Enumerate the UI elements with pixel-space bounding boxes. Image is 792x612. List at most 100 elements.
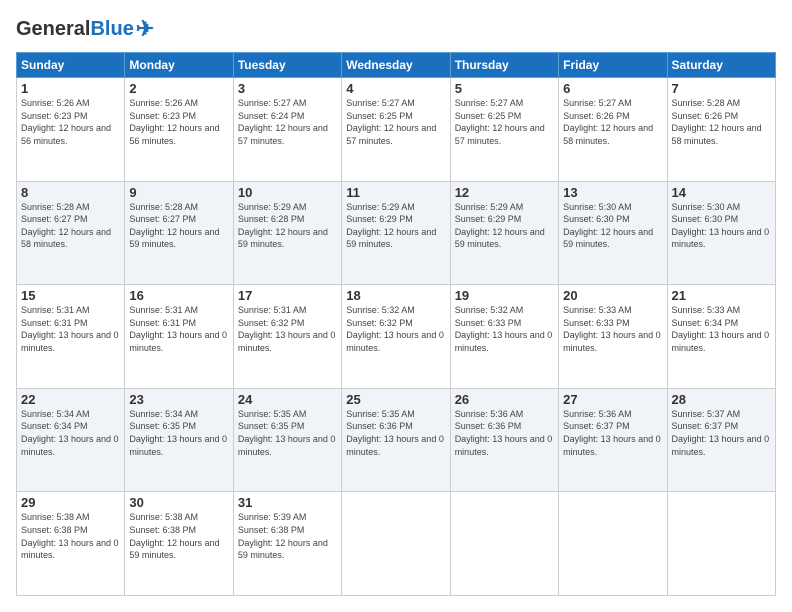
calendar-cell: 26 Sunrise: 5:36 AM Sunset: 6:36 PM Dayl…: [450, 388, 558, 492]
calendar-week-row: 8 Sunrise: 5:28 AM Sunset: 6:27 PM Dayli…: [17, 181, 776, 285]
day-number: 1: [21, 81, 120, 96]
day-info: Sunrise: 5:28 AM Sunset: 6:27 PM Dayligh…: [21, 201, 120, 251]
day-number: 21: [672, 288, 771, 303]
calendar-cell: 13 Sunrise: 5:30 AM Sunset: 6:30 PM Dayl…: [559, 181, 667, 285]
calendar-cell: 28 Sunrise: 5:37 AM Sunset: 6:37 PM Dayl…: [667, 388, 775, 492]
day-number: 6: [563, 81, 662, 96]
calendar-cell: 24 Sunrise: 5:35 AM Sunset: 6:35 PM Dayl…: [233, 388, 341, 492]
calendar-cell: 22 Sunrise: 5:34 AM Sunset: 6:34 PM Dayl…: [17, 388, 125, 492]
day-number: 14: [672, 185, 771, 200]
day-number: 7: [672, 81, 771, 96]
calendar-cell: 30 Sunrise: 5:38 AM Sunset: 6:38 PM Dayl…: [125, 492, 233, 596]
calendar-cell: 12 Sunrise: 5:29 AM Sunset: 6:29 PM Dayl…: [450, 181, 558, 285]
weekday-header-wednesday: Wednesday: [342, 53, 450, 78]
logo: General Blue ✈: [16, 16, 154, 42]
day-info: Sunrise: 5:27 AM Sunset: 6:26 PM Dayligh…: [563, 97, 662, 147]
weekday-header-saturday: Saturday: [667, 53, 775, 78]
day-info: Sunrise: 5:35 AM Sunset: 6:35 PM Dayligh…: [238, 408, 337, 458]
day-number: 5: [455, 81, 554, 96]
day-info: Sunrise: 5:28 AM Sunset: 6:27 PM Dayligh…: [129, 201, 228, 251]
calendar-cell: 20 Sunrise: 5:33 AM Sunset: 6:33 PM Dayl…: [559, 285, 667, 389]
day-number: 3: [238, 81, 337, 96]
calendar-page: General Blue ✈ SundayMondayTuesdayWednes…: [0, 0, 792, 612]
day-number: 31: [238, 495, 337, 510]
day-info: Sunrise: 5:27 AM Sunset: 6:25 PM Dayligh…: [455, 97, 554, 147]
day-number: 18: [346, 288, 445, 303]
day-number: 4: [346, 81, 445, 96]
day-info: Sunrise: 5:26 AM Sunset: 6:23 PM Dayligh…: [129, 97, 228, 147]
weekday-header-row: SundayMondayTuesdayWednesdayThursdayFrid…: [17, 53, 776, 78]
weekday-header-thursday: Thursday: [450, 53, 558, 78]
page-header: General Blue ✈: [16, 16, 776, 42]
calendar-week-row: 29 Sunrise: 5:38 AM Sunset: 6:38 PM Dayl…: [17, 492, 776, 596]
calendar-cell: 6 Sunrise: 5:27 AM Sunset: 6:26 PM Dayli…: [559, 78, 667, 182]
day-number: 16: [129, 288, 228, 303]
calendar-cell: 7 Sunrise: 5:28 AM Sunset: 6:26 PM Dayli…: [667, 78, 775, 182]
calendar-cell: 14 Sunrise: 5:30 AM Sunset: 6:30 PM Dayl…: [667, 181, 775, 285]
day-number: 13: [563, 185, 662, 200]
day-number: 22: [21, 392, 120, 407]
day-info: Sunrise: 5:33 AM Sunset: 6:33 PM Dayligh…: [563, 304, 662, 354]
calendar-cell: [559, 492, 667, 596]
calendar-cell: 19 Sunrise: 5:32 AM Sunset: 6:33 PM Dayl…: [450, 285, 558, 389]
day-number: 29: [21, 495, 120, 510]
day-info: Sunrise: 5:30 AM Sunset: 6:30 PM Dayligh…: [563, 201, 662, 251]
day-number: 8: [21, 185, 120, 200]
day-info: Sunrise: 5:28 AM Sunset: 6:26 PM Dayligh…: [672, 97, 771, 147]
calendar-cell: [342, 492, 450, 596]
day-info: Sunrise: 5:27 AM Sunset: 6:24 PM Dayligh…: [238, 97, 337, 147]
weekday-header-sunday: Sunday: [17, 53, 125, 78]
calendar-cell: 18 Sunrise: 5:32 AM Sunset: 6:32 PM Dayl…: [342, 285, 450, 389]
day-info: Sunrise: 5:30 AM Sunset: 6:30 PM Dayligh…: [672, 201, 771, 251]
weekday-header-monday: Monday: [125, 53, 233, 78]
day-number: 26: [455, 392, 554, 407]
calendar-cell: 10 Sunrise: 5:29 AM Sunset: 6:28 PM Dayl…: [233, 181, 341, 285]
day-info: Sunrise: 5:32 AM Sunset: 6:33 PM Dayligh…: [455, 304, 554, 354]
day-info: Sunrise: 5:38 AM Sunset: 6:38 PM Dayligh…: [129, 511, 228, 561]
day-number: 10: [238, 185, 337, 200]
calendar-cell: 5 Sunrise: 5:27 AM Sunset: 6:25 PM Dayli…: [450, 78, 558, 182]
logo-blue: Blue: [90, 18, 133, 41]
calendar-cell: 15 Sunrise: 5:31 AM Sunset: 6:31 PM Dayl…: [17, 285, 125, 389]
calendar-cell: 9 Sunrise: 5:28 AM Sunset: 6:27 PM Dayli…: [125, 181, 233, 285]
calendar-cell: 11 Sunrise: 5:29 AM Sunset: 6:29 PM Dayl…: [342, 181, 450, 285]
day-number: 28: [672, 392, 771, 407]
day-info: Sunrise: 5:27 AM Sunset: 6:25 PM Dayligh…: [346, 97, 445, 147]
calendar-cell: 21 Sunrise: 5:33 AM Sunset: 6:34 PM Dayl…: [667, 285, 775, 389]
day-info: Sunrise: 5:29 AM Sunset: 6:29 PM Dayligh…: [455, 201, 554, 251]
day-info: Sunrise: 5:38 AM Sunset: 6:38 PM Dayligh…: [21, 511, 120, 561]
day-number: 24: [238, 392, 337, 407]
day-info: Sunrise: 5:29 AM Sunset: 6:29 PM Dayligh…: [346, 201, 445, 251]
day-number: 19: [455, 288, 554, 303]
calendar-cell: 8 Sunrise: 5:28 AM Sunset: 6:27 PM Dayli…: [17, 181, 125, 285]
day-info: Sunrise: 5:37 AM Sunset: 6:37 PM Dayligh…: [672, 408, 771, 458]
day-info: Sunrise: 5:29 AM Sunset: 6:28 PM Dayligh…: [238, 201, 337, 251]
day-number: 30: [129, 495, 228, 510]
calendar-cell: 29 Sunrise: 5:38 AM Sunset: 6:38 PM Dayl…: [17, 492, 125, 596]
day-info: Sunrise: 5:31 AM Sunset: 6:31 PM Dayligh…: [129, 304, 228, 354]
day-info: Sunrise: 5:36 AM Sunset: 6:36 PM Dayligh…: [455, 408, 554, 458]
day-number: 23: [129, 392, 228, 407]
weekday-header-tuesday: Tuesday: [233, 53, 341, 78]
calendar-cell: 1 Sunrise: 5:26 AM Sunset: 6:23 PM Dayli…: [17, 78, 125, 182]
day-number: 27: [563, 392, 662, 407]
day-info: Sunrise: 5:26 AM Sunset: 6:23 PM Dayligh…: [21, 97, 120, 147]
calendar-cell: 4 Sunrise: 5:27 AM Sunset: 6:25 PM Dayli…: [342, 78, 450, 182]
calendar-cell: 27 Sunrise: 5:36 AM Sunset: 6:37 PM Dayl…: [559, 388, 667, 492]
calendar-week-row: 15 Sunrise: 5:31 AM Sunset: 6:31 PM Dayl…: [17, 285, 776, 389]
day-number: 2: [129, 81, 228, 96]
logo-general: General: [16, 18, 90, 41]
logo-bird-icon: ✈: [136, 16, 154, 42]
day-info: Sunrise: 5:31 AM Sunset: 6:31 PM Dayligh…: [21, 304, 120, 354]
day-number: 25: [346, 392, 445, 407]
calendar-cell: 23 Sunrise: 5:34 AM Sunset: 6:35 PM Dayl…: [125, 388, 233, 492]
calendar-week-row: 22 Sunrise: 5:34 AM Sunset: 6:34 PM Dayl…: [17, 388, 776, 492]
day-info: Sunrise: 5:34 AM Sunset: 6:35 PM Dayligh…: [129, 408, 228, 458]
calendar-cell: 17 Sunrise: 5:31 AM Sunset: 6:32 PM Dayl…: [233, 285, 341, 389]
calendar-cell: 2 Sunrise: 5:26 AM Sunset: 6:23 PM Dayli…: [125, 78, 233, 182]
day-info: Sunrise: 5:34 AM Sunset: 6:34 PM Dayligh…: [21, 408, 120, 458]
logo-text: General Blue ✈: [16, 16, 154, 42]
weekday-header-friday: Friday: [559, 53, 667, 78]
day-number: 15: [21, 288, 120, 303]
day-number: 9: [129, 185, 228, 200]
